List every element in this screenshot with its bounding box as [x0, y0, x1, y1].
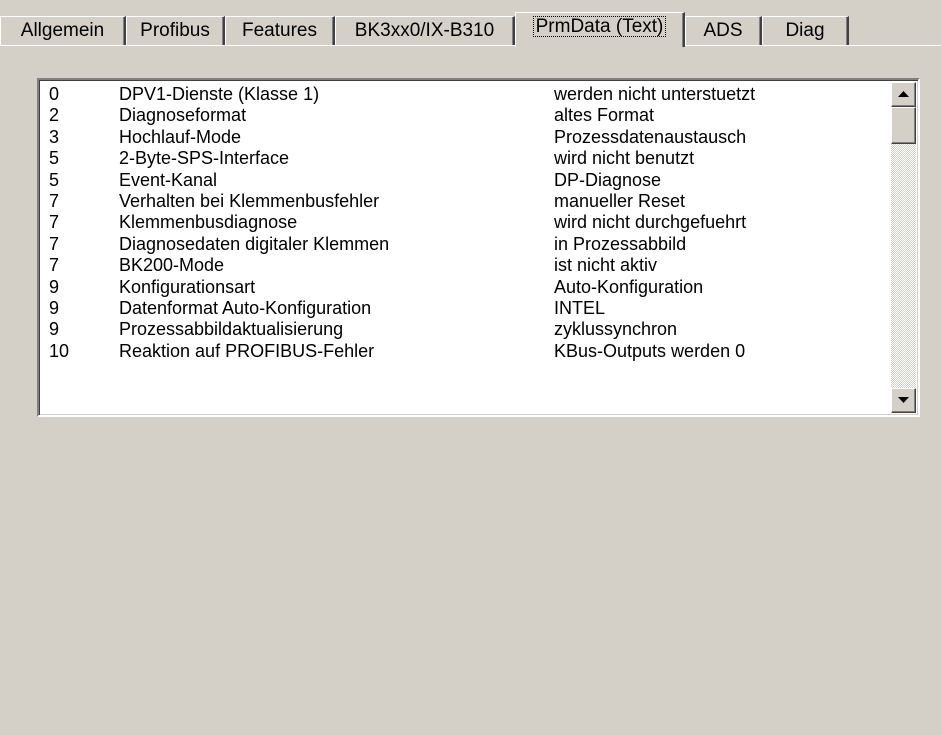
arrow-up-icon: [898, 91, 909, 97]
param-name: Diagnosedaten digitaler Klemmen: [119, 233, 390, 254]
param-name: Prozessabbildaktualisierung: [119, 319, 344, 340]
tab-allgemein[interactable]: Allgemein: [0, 16, 126, 45]
param-index: 7: [49, 212, 60, 233]
param-name: Event-Kanal: [119, 169, 218, 190]
param-name: Verhalten bei Klemmenbusfehler: [119, 190, 380, 211]
list-item[interactable]: 7 Verhalten bei Klemmenbusfehler manuell…: [41, 191, 887, 212]
list-item[interactable]: 5 Event-Kanal DP-Diagnose: [41, 170, 887, 191]
tab-label: Allgemein: [20, 20, 105, 41]
vertical-scrollbar[interactable]: [891, 82, 916, 413]
prmdata-rows: 0 DPV1-Dienste (Klasse 1) werden nicht u…: [41, 84, 887, 362]
list-item[interactable]: 9 Prozessabbildaktualisierung zyklussync…: [41, 319, 887, 340]
param-name: DPV1-Dienste (Klasse 1): [119, 84, 320, 104]
param-value: Prozessdatenaustausch: [554, 126, 747, 147]
param-value: wird nicht benutzt: [554, 148, 695, 169]
param-name: Diagnoseformat: [119, 105, 247, 126]
list-item[interactable]: 0 DPV1-Dienste (Klasse 1) werden nicht u…: [41, 84, 887, 105]
param-value: Auto-Konfiguration: [554, 276, 704, 297]
tab-label: Diag: [785, 20, 825, 41]
tab-label: BK3xx0/IX-B310: [354, 20, 495, 41]
param-index: 9: [49, 319, 60, 340]
param-index: 10: [49, 340, 70, 361]
param-name: Datenformat Auto-Konfiguration: [119, 297, 372, 318]
tab-ads[interactable]: ADS: [685, 16, 762, 45]
tab-features[interactable]: Features: [225, 16, 335, 45]
param-value: zyklussynchron: [554, 319, 678, 340]
arrow-down-icon: [898, 397, 909, 403]
param-value: ist nicht aktiv: [554, 255, 658, 276]
param-index: 3: [49, 126, 60, 147]
prmdata-listbox[interactable]: 0 DPV1-Dienste (Klasse 1) werden nicht u…: [37, 78, 920, 417]
param-index: 9: [49, 297, 60, 318]
param-name: Klemmenbusdiagnose: [119, 212, 298, 233]
param-index: 0: [49, 84, 60, 104]
param-value: manueller Reset: [554, 190, 686, 211]
list-item[interactable]: 5 2-Byte-SPS-Interface wird nicht benutz…: [41, 148, 887, 169]
tab-prmdata-text[interactable]: PrmData (Text): [515, 12, 685, 47]
list-item[interactable]: 7 Klemmenbusdiagnose wird nicht durchgef…: [41, 212, 887, 233]
param-value: in Prozessabbild: [554, 233, 687, 254]
tab-profibus[interactable]: Profibus: [126, 16, 225, 45]
param-index: 7: [49, 255, 60, 276]
param-index: 5: [49, 148, 60, 169]
scroll-up-button[interactable]: [891, 82, 916, 107]
tab-label: PrmData (Text): [532, 16, 667, 37]
tab-label: ADS: [703, 20, 743, 41]
param-value: INTEL: [554, 297, 606, 318]
list-item[interactable]: 3 Hochlauf-Mode Prozessdatenaustausch: [41, 127, 887, 148]
tab-bk3xx0[interactable]: BK3xx0/IX-B310: [335, 16, 515, 45]
param-index: 5: [49, 169, 60, 190]
param-name: Hochlauf-Mode: [119, 126, 242, 147]
param-name: Reaktion auf PROFIBUS-Fehler: [119, 340, 375, 361]
param-index: 9: [49, 276, 60, 297]
param-name: BK200-Mode: [119, 255, 225, 276]
tab-label: Profibus: [140, 20, 210, 41]
param-value: werden nicht unterstuetzt: [554, 84, 756, 104]
param-index: 2: [49, 105, 60, 126]
list-item[interactable]: 7 Diagnosedaten digitaler Klemmen in Pro…: [41, 234, 887, 255]
list-item[interactable]: 2 Diagnoseformat altes Format: [41, 105, 887, 126]
scroll-thumb[interactable]: [891, 107, 916, 144]
param-name: 2-Byte-SPS-Interface: [119, 148, 290, 169]
list-item[interactable]: 10 Reaktion auf PROFIBUS-Fehler KBus-Out…: [41, 341, 887, 362]
list-item[interactable]: 7 BK200-Mode ist nicht aktiv: [41, 255, 887, 276]
list-item[interactable]: 9 Datenformat Auto-Konfiguration INTEL: [41, 298, 887, 319]
param-index: 7: [49, 233, 60, 254]
tab-label: Features: [242, 20, 317, 41]
param-index: 7: [49, 190, 60, 211]
prmdata-panel: 0 DPV1-Dienste (Klasse 1) werden nicht u…: [0, 46, 941, 735]
param-name: Konfigurationsart: [119, 276, 256, 297]
list-item[interactable]: 9 Konfigurationsart Auto-Konfiguration: [41, 277, 887, 298]
param-value: DP-Diagnose: [554, 169, 662, 190]
tab-diag[interactable]: Diag: [762, 16, 849, 45]
param-value: wird nicht durchgefuehrt: [554, 212, 747, 233]
tab-strip: Allgemein Profibus Features BK3xx0/IX-B3…: [0, 12, 941, 47]
param-value: altes Format: [554, 105, 655, 126]
param-value: KBus-Outputs werden 0: [554, 340, 746, 361]
scroll-down-button[interactable]: [891, 388, 916, 413]
